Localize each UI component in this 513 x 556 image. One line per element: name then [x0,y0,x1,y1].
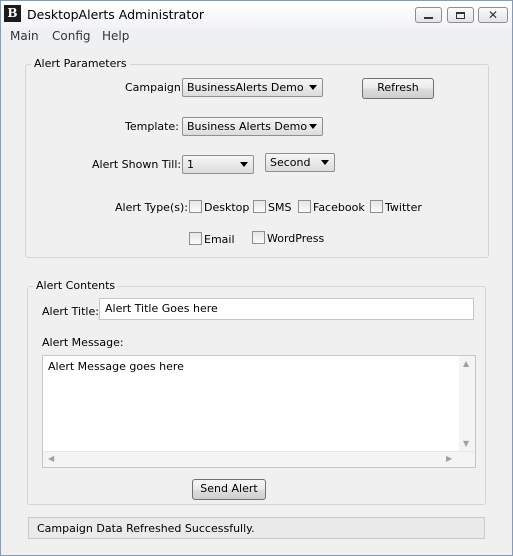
alert-parameters-title: Alert Parameters [31,57,130,70]
alert-types-label: Alert Type(s): [115,201,188,214]
maximize-button[interactable] [447,7,474,23]
shown-till-value: 1 [187,158,194,171]
campaign-value: BusinessAlerts Demo [187,81,304,94]
twitter-checkbox[interactable] [370,200,383,213]
chevron-down-icon [309,85,317,90]
campaign-label: Campaign: [125,81,185,94]
email-label: Email [204,233,235,246]
shown-till-unit: Second [270,156,311,169]
close-button[interactable]: ✕ [478,7,508,23]
campaign-dropdown[interactable]: BusinessAlerts Demo [182,78,323,97]
wordpress-label: WordPress [267,232,325,245]
title-bar[interactable]: B DesktopAlerts Administrator ✕ [1,1,512,28]
scroll-right-icon[interactable]: ▶ [446,454,452,463]
alert-contents-title: Alert Contents [33,279,119,292]
send-alert-button[interactable]: Send Alert [192,479,266,500]
sms-checkbox[interactable] [253,200,266,213]
menu-config[interactable]: Config [52,29,91,43]
menu-help[interactable]: Help [102,29,129,43]
facebook-checkbox[interactable] [298,200,311,213]
refresh-button[interactable]: Refresh [362,78,434,99]
app-window: B DesktopAlerts Administrator ✕ Main Con… [0,0,513,556]
twitter-label: Twitter [385,201,422,214]
alert-title-label: Alert Title: [42,305,99,318]
scroll-down-icon[interactable]: ▼ [463,439,469,448]
alert-message-text: Alert Message goes here [48,360,184,373]
wordpress-checkbox[interactable] [252,231,265,244]
alert-title-input[interactable]: Alert Title Goes here [99,298,474,320]
chevron-down-icon [309,124,317,129]
desktop-checkbox[interactable] [189,200,202,213]
shown-till-unit-dropdown[interactable]: Second [265,153,335,172]
template-dropdown[interactable]: Business Alerts Demo [182,117,323,136]
menu-main[interactable]: Main [10,29,39,43]
minimize-icon [424,17,433,19]
chevron-down-icon [321,160,329,165]
facebook-label: Facebook [313,201,365,214]
alert-message-label: Alert Message: [42,336,124,349]
email-checkbox[interactable] [189,232,202,245]
template-label: Template: [125,120,179,133]
minimize-button[interactable] [415,7,442,23]
scroll-left-icon[interactable]: ◀ [48,454,54,463]
sms-label: SMS [268,201,292,214]
maximize-icon [456,11,465,19]
status-bar: Campaign Data Refreshed Successfully. [28,517,485,539]
desktop-label: Desktop [204,201,250,214]
close-icon: ✕ [487,8,499,22]
shown-till-value-dropdown[interactable]: 1 [182,155,254,174]
vertical-scrollbar[interactable]: ▲ ▼ [459,356,475,452]
app-logo-icon: B [4,5,21,22]
horizontal-scrollbar[interactable]: ◀ ▶ [43,451,475,467]
menu-bar: Main Config Help [1,28,512,46]
status-message: Campaign Data Refreshed Successfully. [37,522,255,535]
chevron-down-icon [240,162,248,167]
shown-till-label: Alert Shown Till: [92,158,182,171]
scroll-up-icon[interactable]: ▲ [463,359,469,368]
window-title: DesktopAlerts Administrator [27,7,205,22]
alert-message-textarea[interactable]: Alert Message goes here ▲ ▼ ◀ ▶ [42,355,476,468]
template-value: Business Alerts Demo [187,120,308,133]
